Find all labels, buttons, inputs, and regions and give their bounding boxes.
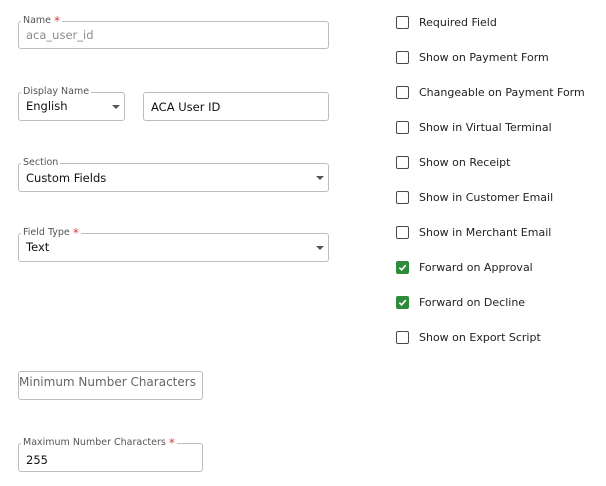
section-value: Custom Fields — [26, 171, 107, 185]
chevron-down-icon — [112, 105, 120, 109]
required-mark: * — [72, 226, 79, 240]
option-label: Forward on Approval — [419, 261, 533, 274]
checkbox[interactable] — [396, 86, 409, 99]
checkbox-checked[interactable] — [396, 261, 409, 274]
name-value: aca_user_id — [26, 28, 94, 42]
language-value: English — [26, 99, 68, 113]
name-label: Name * — [21, 14, 63, 28]
max-characters-label: Maximum Number Characters * — [21, 436, 177, 450]
field-type-value: Text — [26, 240, 50, 254]
option-label: Show in Merchant Email — [419, 226, 552, 239]
required-mark: * — [168, 436, 175, 450]
name-field[interactable]: Name * aca_user_id — [18, 15, 329, 49]
checkbox[interactable] — [396, 331, 409, 344]
required-mark: * — [54, 14, 61, 28]
field-type-select[interactable]: Field Type * Text — [18, 227, 329, 262]
check-icon — [398, 264, 407, 272]
checkbox[interactable] — [396, 191, 409, 204]
max-characters-input[interactable]: Maximum Number Characters * 255 — [18, 437, 203, 472]
check-icon — [398, 299, 407, 307]
option-label: Changeable on Payment Form — [419, 86, 585, 99]
chevron-down-icon — [316, 246, 324, 250]
display-name-language-select[interactable]: Display Name English — [18, 86, 125, 121]
max-characters-value: 255 — [26, 453, 48, 467]
checkbox[interactable] — [396, 16, 409, 29]
option-label: Forward on Decline — [419, 296, 526, 309]
section-select[interactable]: Section Custom Fields — [18, 157, 329, 192]
option-label: Show on Payment Form — [419, 51, 549, 64]
display-name-value: ACA User ID — [151, 100, 221, 114]
min-characters-placeholder: Minimum Number Characters — [19, 375, 196, 389]
section-label: Section — [21, 157, 61, 169]
option-label: Show on Export Script — [419, 331, 541, 344]
checkbox[interactable] — [396, 51, 409, 64]
checkbox[interactable] — [396, 226, 409, 239]
option-label: Show in Customer Email — [419, 191, 554, 204]
min-characters-input[interactable]: Minimum Number Characters — [18, 371, 203, 400]
checkbox[interactable] — [396, 121, 409, 134]
checkbox[interactable] — [396, 156, 409, 169]
option-label: Show in Virtual Terminal — [419, 121, 552, 134]
option-label: Required Field — [419, 16, 497, 29]
display-name-label: Display Name — [21, 86, 92, 98]
checkbox-checked[interactable] — [396, 296, 409, 309]
option-label: Show on Receipt — [419, 156, 511, 169]
chevron-down-icon — [316, 176, 324, 180]
display-name-input[interactable]: ACA User ID — [143, 92, 329, 121]
field-type-label: Field Type * — [21, 226, 81, 240]
